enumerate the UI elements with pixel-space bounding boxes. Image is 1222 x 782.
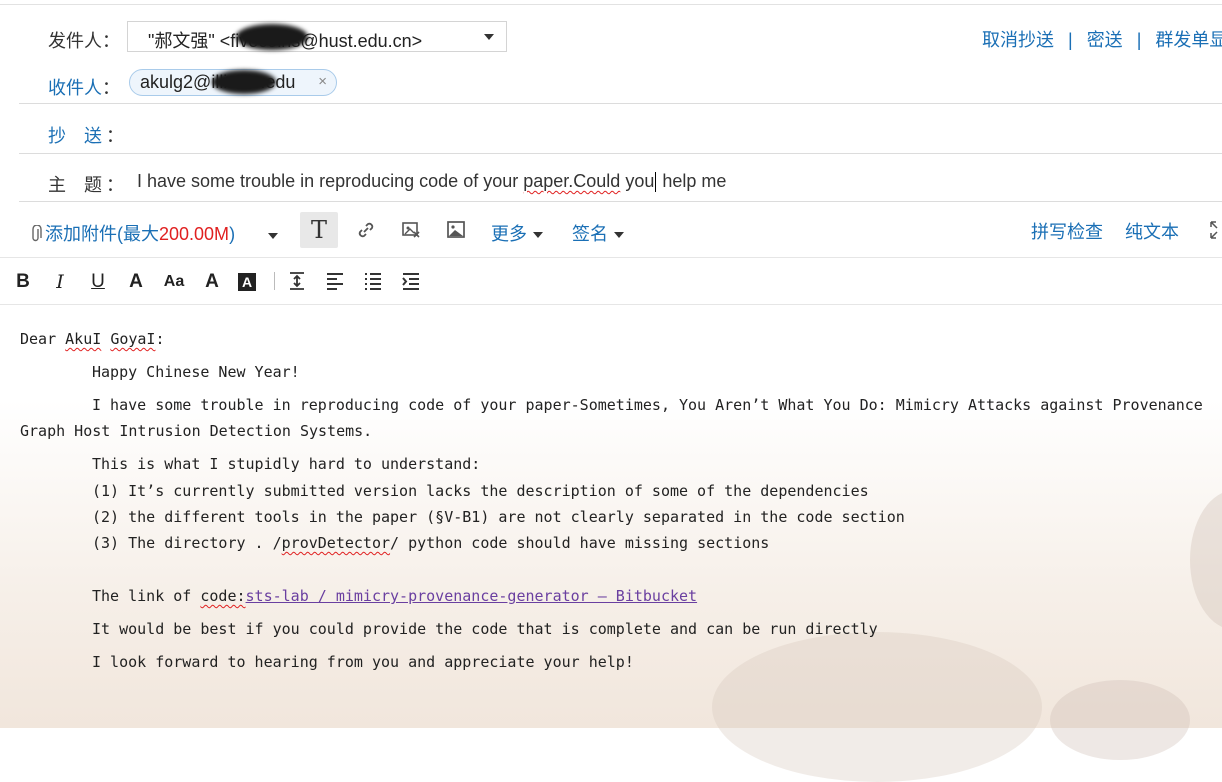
screenshot-button[interactable]: [392, 212, 430, 248]
more-label: 更多: [491, 224, 527, 244]
top-border: [0, 4, 1222, 5]
background-gradient: [0, 400, 1222, 728]
body-paragraph: I look forward to hearing from you and a…: [92, 653, 634, 671]
bullet-list-icon: [365, 273, 381, 290]
toolbar-divider: [0, 304, 1222, 305]
bold-button[interactable]: B: [11, 270, 35, 294]
align-left-icon: [327, 273, 343, 290]
field-divider: [19, 103, 1222, 104]
attach-dropdown-icon[interactable]: [268, 227, 278, 245]
misspelled-word: AkuI: [65, 330, 102, 348]
to-label[interactable]: 收件人: [48, 74, 102, 100]
spellcheck-button[interactable]: 拼写检查: [1031, 218, 1103, 244]
body-text: (3) The directory . /: [92, 534, 282, 552]
italic-button[interactable]: I: [48, 270, 72, 294]
toolbar-divider: [0, 257, 1222, 258]
misspelled-word: provDetector: [281, 534, 391, 552]
subject-misspelled: paper.Could: [523, 171, 621, 191]
sender-select[interactable]: "郝文强" <fivecoins@hust.edu.cn>: [127, 21, 507, 52]
subject-colon: ：: [106, 175, 124, 195]
underline-button[interactable]: U: [86, 270, 110, 294]
text-t-icon: T: [310, 216, 327, 244]
insert-link-button[interactable]: [347, 212, 385, 248]
misspelled-word: GoyaI: [110, 330, 156, 348]
cc-colon: ：: [106, 126, 124, 146]
align-button[interactable]: [325, 271, 345, 296]
to-colon: ：: [102, 78, 120, 98]
misspelled-word: code:: [200, 587, 246, 605]
font-color-button[interactable]: A: [124, 270, 148, 294]
link-icon: [358, 222, 374, 238]
compose-toolbar: 添加附件(最大200.00M) T 更多 签名 拼写检查 纯文本: [0, 210, 1222, 250]
body-text: [101, 330, 110, 348]
indent-button[interactable]: [401, 271, 421, 296]
link-line: The link of code:sts-lab / mimicry-prove…: [92, 587, 697, 605]
signature-button[interactable]: 签名: [572, 220, 624, 246]
chevron-down-icon: [614, 232, 624, 239]
bullet-list-button[interactable]: [363, 271, 383, 296]
insert-image-button[interactable]: [437, 212, 475, 248]
greeting-line: Dear AkuI GoyaI:: [20, 330, 165, 348]
field-divider: [19, 153, 1222, 154]
body-text: :: [155, 330, 165, 348]
subject-text: you: [620, 171, 655, 191]
image-icon: [447, 221, 465, 238]
paperclip-icon: [32, 224, 42, 242]
chevron-down-icon: [533, 232, 543, 239]
font-family-button[interactable]: A: [200, 270, 224, 294]
background-decoration: [1050, 680, 1190, 760]
background-decoration: [1190, 490, 1222, 630]
fullscreen-icon[interactable]: [1210, 221, 1222, 244]
from-label: 发件人: [48, 31, 102, 51]
body-paragraph: Happy Chinese New Year!: [92, 363, 300, 381]
attach-paren: ): [229, 224, 236, 244]
signature-label: 签名: [572, 224, 608, 244]
font-size-button[interactable]: Aa: [162, 270, 186, 294]
bcc-link[interactable]: 密送: [1087, 30, 1123, 50]
link-separator: |: [1068, 30, 1073, 50]
line-height-icon: [290, 272, 304, 290]
subject-input[interactable]: I have some trouble in reproducing code …: [137, 171, 727, 193]
redaction-mark: [212, 70, 276, 94]
close-icon[interactable]: ×: [318, 73, 327, 90]
body-paragraph: It would be best if you could provide th…: [92, 620, 878, 638]
from-colon: ：: [102, 31, 120, 51]
toolbar-separator: [274, 272, 275, 290]
subject-text: help me: [657, 171, 727, 191]
plain-text-button[interactable]: 纯文本: [1125, 218, 1179, 244]
subject-text: I have some trouble in reproducing code …: [137, 171, 524, 191]
screenshot-icon: [402, 222, 420, 238]
background-color-button[interactable]: A: [238, 273, 256, 291]
body-paragraph: I have some trouble in reproducing code …: [92, 396, 1203, 414]
body-paragraph: Graph Host Intrusion Detection Systems.: [20, 422, 373, 440]
cancel-cc-link[interactable]: 取消抄送: [982, 30, 1054, 50]
top-links: 取消抄送 | 密送 | 群发单显: [982, 26, 1222, 52]
list-item: (2) the different tools in the paper (§V…: [92, 508, 905, 526]
indent-icon: [402, 273, 419, 290]
field-divider: [19, 201, 1222, 202]
background-decoration: [712, 632, 1042, 782]
cc-label[interactable]: 抄 送: [48, 122, 102, 148]
text-format-button[interactable]: T: [300, 212, 338, 248]
redaction-mark: [236, 24, 308, 50]
line-height-button[interactable]: [287, 271, 307, 296]
chevron-down-icon[interactable]: [484, 34, 494, 40]
body-text: The link of: [92, 587, 201, 605]
body-text: / python code should have missing sectio…: [390, 534, 770, 552]
body-paragraph: This is what I stupidly hard to understa…: [92, 455, 481, 473]
link-separator: |: [1136, 30, 1142, 50]
bitbucket-link[interactable]: sts-lab / mimicry-provenance-generator —…: [246, 587, 698, 605]
add-attachment-button[interactable]: 添加附件(最大200.00M): [30, 220, 235, 246]
list-item: (3) The directory . /provDetector/ pytho…: [92, 534, 769, 552]
group-send-link[interactable]: 群发单显: [1155, 30, 1222, 50]
body-text: Dear: [20, 330, 66, 348]
attach-size: 200.00M: [159, 224, 230, 244]
list-item: (1) It’s currently submitted version lac…: [92, 482, 869, 500]
subject-label: 主 题: [48, 175, 102, 195]
recipient-chip[interactable]: akulg2@illinois.edu ×: [129, 69, 337, 96]
attach-label: 添加附件(最大: [45, 224, 159, 244]
more-button[interactable]: 更多: [491, 220, 543, 246]
